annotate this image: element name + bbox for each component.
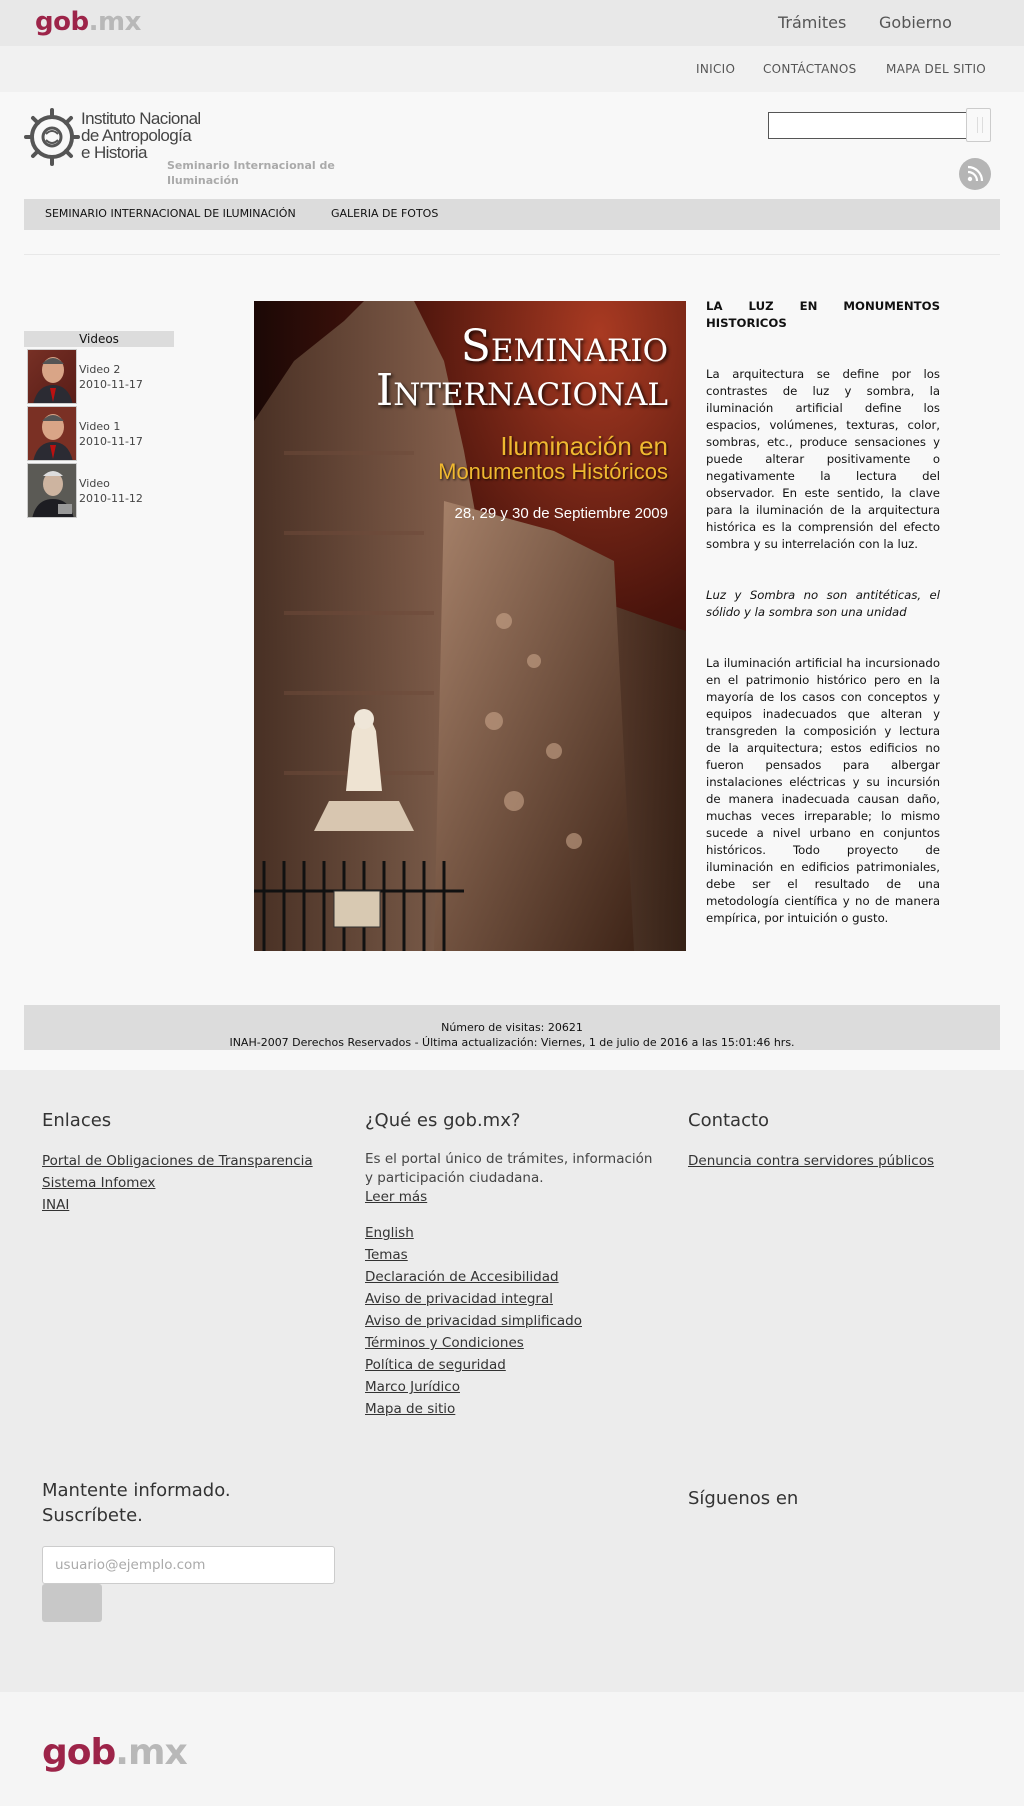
article-paragraph: La arquitectura se define por los contra… [706,367,940,551]
newsletter-email-input[interactable] [42,1546,335,1584]
newsletter-line2: Suscríbete. [42,1505,143,1526]
logo-mx-text: .mx [88,7,142,37]
article-paragraph: La iluminación artificial ha incursionad… [706,656,940,925]
rss-icon[interactable] [959,158,991,190]
video-date: 2010-11-12 [79,492,143,505]
que-es-title: ¿Qué es gob.mx? [365,1110,521,1131]
poster-dates: 28, 29 y 30 de Septiembre 2009 [454,505,669,522]
video-date: 2010-11-17 [79,435,143,448]
visit-counter: Número de visitas: 20621 [441,1021,583,1034]
link-marco-juridico[interactable]: Marco Jurídico [365,1376,582,1398]
poster-title-line2: Internacional [375,365,668,416]
videos-sidebar: Videos Video 2 2010-11-17 Video 1 2010-1… [24,331,174,518]
link-inai[interactable]: INAI [42,1194,313,1216]
link-temas[interactable]: Temas [365,1244,582,1266]
main-menu: SEMINARIO INTERNACIONAL DE ILUMINACIÓN G… [24,199,1000,230]
poster-subtitle-line2: Monumentos Históricos [438,459,668,484]
logo-gob-text: gob [42,1732,116,1773]
link-politica-seguridad[interactable]: Política de seguridad [365,1354,582,1376]
video-item[interactable]: Video 1 2010-11-17 [24,404,174,461]
gobierno-link[interactable]: Gobierno [879,13,952,32]
contacto-title: Contacto [688,1110,770,1131]
link-infomex[interactable]: Sistema Infomex [42,1172,313,1194]
video-thumb-image [28,464,76,517]
video-item[interactable]: Video 2010-11-12 [24,461,174,518]
leer-mas-link[interactable]: Leer más [365,1189,427,1205]
inah-emblem-icon [24,108,80,166]
article-heading: LA LUZ EN MONUMENTOS HISTORICOS [706,299,940,330]
contacto-list: Denuncia contra servidores públicos [688,1150,934,1172]
footer-links-list: English Temas Declaración de Accesibilid… [365,1222,582,1420]
site-stats-footer: Número de visitas: 20621 INAH-2007 Derec… [24,1005,1000,1050]
seminar-poster: Seminario Internacional Iluminación en M… [254,301,686,951]
logo-mx-text: .mx [115,1732,187,1773]
inah-name: Instituto Nacional de Antropología e His… [81,110,201,161]
videos-header: Videos [24,331,174,347]
link-terminos[interactable]: Términos y Condiciones [365,1332,582,1354]
video-thumbnail[interactable] [27,406,77,461]
video-thumb-image [28,350,76,403]
newsletter-title: Mantente informado. Suscríbete. [42,1478,231,1528]
video-title[interactable]: Video 1 [79,420,120,433]
video-item[interactable]: Video 2 2010-11-17 [24,347,174,404]
nav-contactanos[interactable]: CONTÁCTANOS [763,62,857,76]
video-thumbnail[interactable] [27,463,77,518]
link-privacidad-integral[interactable]: Aviso de privacidad integral [365,1288,582,1310]
enlaces-list: Portal de Obligaciones de Transparencia … [42,1150,313,1216]
poster-subtitle-line1: Iluminación en [500,431,668,461]
video-thumbnail[interactable] [27,349,77,404]
site-subtitle: Seminario Internacional de Iluminación [167,159,335,187]
article-quote: Luz y Sombra no son antitéticas, el sóli… [706,588,940,619]
video-date: 2010-11-17 [79,378,143,391]
nav-inicio[interactable]: INICIO [696,62,735,76]
gobmx-footer: Enlaces Portal de Obligaciones de Transp… [0,1070,1024,1692]
link-accesibilidad[interactable]: Declaración de Accesibilidad [365,1266,582,1288]
link-privacidad-simplificado[interactable]: Aviso de privacidad simplificado [365,1310,582,1332]
link-english[interactable]: English [365,1222,582,1244]
siguenos-title: Síguenos en [688,1488,799,1509]
video-title[interactable]: Video [79,477,110,490]
menu-seminario[interactable]: SEMINARIO INTERNACIONAL DE ILUMINACIÓN [45,207,296,220]
newsletter-line1: Mantente informado. [42,1480,231,1501]
article: LA LUZ EN MONUMENTOS HISTORICOS La arqui… [706,298,940,961]
bottom-bar: gob.mx [0,1692,1024,1806]
menu-galeria-fotos[interactable]: GALERIA DE FOTOS [331,207,438,220]
inah-line-1: Instituto Nacional [81,109,201,128]
que-es-description: Es el portal único de trámites, informac… [365,1150,655,1207]
subscribe-button[interactable] [42,1584,102,1622]
link-mapa-sitio[interactable]: Mapa de sitio [365,1398,582,1420]
top-navbar: gob.mx Trámites Gobierno [0,0,1024,46]
secondary-nav: INICIO CONTÁCTANOS MAPA DEL SITIO [0,46,1024,92]
tramites-link[interactable]: Trámites [778,13,846,32]
nav-mapa-sitio[interactable]: MAPA DEL SITIO [886,62,986,76]
gobmx-footer-logo[interactable]: gob.mx [42,1732,188,1773]
video-title[interactable]: Video 2 [79,363,120,376]
link-denuncia[interactable]: Denuncia contra servidores públicos [688,1150,934,1172]
rights-update: INAH-2007 Derechos Reservados - Última a… [229,1036,795,1049]
gobmx-logo[interactable]: gob.mx [35,7,141,37]
enlaces-title: Enlaces [42,1110,112,1131]
que-es-text: Es el portal único de trámites, informac… [365,1151,653,1186]
logo-gob-text: gob [35,7,89,37]
rss-glyph-icon [967,165,984,182]
video-thumb-image [28,407,76,460]
search-input[interactable] [768,112,967,139]
inah-line-2: de Antropología [81,126,192,145]
divider [24,254,1000,255]
search-button[interactable] [966,108,991,142]
link-transparencia[interactable]: Portal de Obligaciones de Transparencia [42,1150,313,1172]
